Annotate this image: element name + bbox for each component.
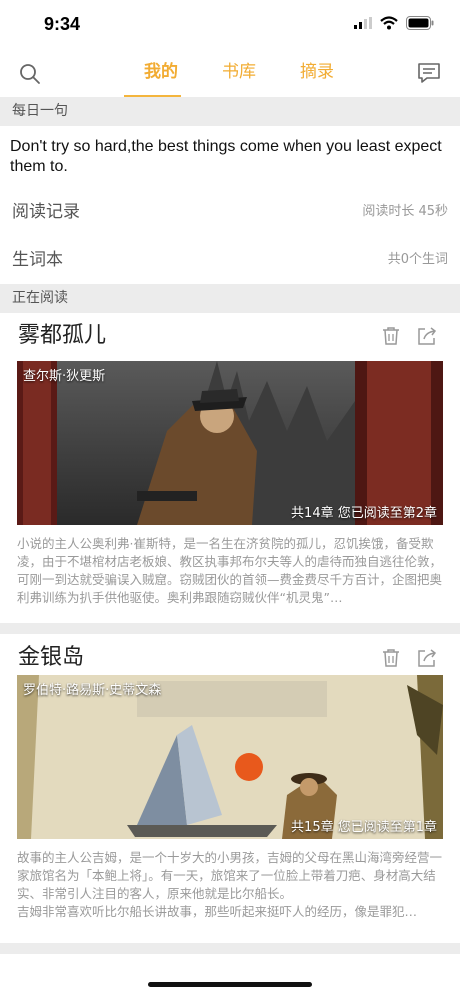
daily-quote-header: 每日一句 (0, 97, 460, 126)
message-icon[interactable] (416, 60, 442, 86)
tab-library[interactable]: 书库 (200, 50, 278, 97)
signal-icon (354, 17, 372, 29)
vocabulary-count: 共0个生词 (387, 252, 448, 267)
book-card[interactable]: 金银岛 罗伯特·路易斯·史蒂文森 共15章 您已阅读至第1章 故事的主人公吉姆，… (0, 643, 460, 943)
book-cover-image[interactable]: 罗伯特·路易斯·史蒂文森 共15章 您已阅读至第1章 (17, 675, 443, 839)
daily-quote-text: Don't try so hard,the best things come w… (10, 138, 442, 175)
book-actions (380, 647, 438, 669)
delete-icon[interactable] (380, 325, 402, 347)
book-author: 查尔斯·狄更斯 (23, 369, 106, 384)
delete-icon[interactable] (380, 647, 402, 669)
vocabulary-row[interactable]: 生词本 共0个生词 (0, 237, 460, 283)
home-indicator (148, 982, 312, 987)
status-time: 9:34 (44, 14, 81, 34)
search-icon[interactable] (18, 62, 42, 86)
status-bar: 9:34 (0, 0, 460, 50)
tab-excerpts[interactable]: 摘录 (278, 50, 356, 97)
book-actions (380, 325, 438, 347)
tab-mine[interactable]: 我的 (122, 50, 200, 99)
book-cover-image[interactable]: 查尔斯·狄更斯 共14章 您已阅读至第2章 (17, 361, 443, 525)
reading-progress: 共14章 您已阅读至第2章 (291, 506, 437, 521)
book-title: 金银岛 (18, 645, 85, 670)
book-title: 雾都孤儿 (18, 323, 107, 348)
reading-record-label: 阅读记录 (12, 202, 80, 222)
book-card[interactable]: 雾都孤儿 查尔斯·狄更斯 共14章 您已阅读至第2章 小说的主人公奥利弗·崔斯特… (0, 321, 460, 621)
share-icon[interactable] (416, 647, 438, 669)
book-description: 故事的主人公吉姆，是一个十岁大的小男孩，吉姆的父母在黑山海湾旁经营一家旅馆名为「… (17, 850, 443, 919)
status-icons (354, 16, 434, 30)
cover-illustration (17, 361, 443, 525)
cover-illustration (17, 675, 443, 839)
top-nav: 我的 书库 摘录 (0, 50, 460, 99)
book-author: 罗伯特·路易斯·史蒂文森 (23, 683, 162, 698)
wifi-icon (380, 16, 398, 30)
vocabulary-label: 生词本 (12, 250, 63, 270)
book-description: 小说的主人公奥利弗·崔斯特，是一名生在济贫院的孤儿，忍饥挨饿，备受欺凌，由于不堪… (17, 536, 443, 605)
card-divider (0, 943, 460, 954)
battery-icon (406, 16, 434, 30)
nav-tabs: 我的 书库 摘录 (122, 50, 356, 99)
reading-record-row[interactable]: 阅读记录 阅读时长 45秒 (0, 189, 460, 235)
card-divider (0, 623, 460, 634)
reading-progress: 共15章 您已阅读至第1章 (291, 820, 437, 835)
reading-now-header: 正在阅读 (0, 284, 460, 313)
reading-duration: 阅读时长 45秒 (362, 204, 448, 219)
share-icon[interactable] (416, 325, 438, 347)
